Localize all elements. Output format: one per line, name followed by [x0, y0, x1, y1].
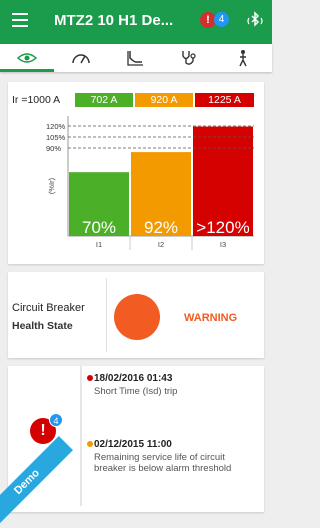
notification-count-badge[interactable]: 4 [214, 12, 229, 27]
y-tick-label: 120% [46, 122, 66, 131]
current-i1-box: 702 A [75, 93, 133, 107]
bar-value-label: 92% [144, 218, 178, 237]
health-card[interactable]: Circuit Breaker Health State WARNING [8, 272, 264, 358]
y-axis-label: (%Ir) [47, 177, 56, 194]
event-2-description-line-1: Remaining service life of circuit [94, 452, 225, 463]
bar-value-label: >120% [196, 218, 249, 237]
current-i3-box: 1225 A [195, 93, 254, 107]
x-tick-label: I1 [96, 240, 102, 249]
health-subtitle: Health State [12, 320, 73, 332]
device-title: MTZ2 10 H1 De... [54, 12, 174, 29]
current-i2-box: 920 A [135, 93, 193, 107]
y-tick-label: 105% [46, 133, 66, 142]
divider [106, 278, 107, 352]
y-tick-label: 90% [46, 144, 61, 153]
health-status-text: WARNING [184, 312, 238, 324]
event-1-description: Short Time (Isd) trip [94, 386, 178, 397]
x-tick-label: I3 [220, 240, 226, 249]
bar-value-label: 70% [82, 218, 116, 237]
bluetooth-icon[interactable] [244, 10, 266, 32]
event-count-badge: 4 [49, 413, 63, 427]
load-chart-svg: (%Ir) 70% I1 92% I2 >120% I3 120% 105% 90% [46, 116, 254, 250]
event-1-date: 18/02/2016 01:43 [94, 373, 173, 384]
x-tick-label: I2 [158, 240, 164, 249]
health-title: Circuit Breaker [12, 302, 85, 314]
event-dot [87, 375, 93, 381]
tab-diagnostics[interactable] [162, 44, 216, 72]
eye-icon [17, 53, 37, 63]
app-bar: MTZ2 10 H1 De... ! 4 [0, 0, 272, 44]
load-chart: (%Ir) 70% I1 92% I2 >120% I3 120% 105% 90% [8, 116, 264, 256]
tab-maintenance[interactable] [216, 44, 270, 72]
tab-overview[interactable] [0, 44, 54, 72]
tab-bar [0, 44, 272, 72]
load-card[interactable]: Ir =1000 A 702 A 920 A 1225 A (%Ir) 70% I1… [8, 82, 264, 264]
maintenance-icon [239, 50, 247, 67]
timeline-line [80, 366, 82, 506]
event-2-date: 02/12/2015 11:00 [94, 439, 172, 450]
tab-metering[interactable] [54, 44, 108, 72]
events-card[interactable]: ! 4 18/02/2016 01:43 Short Time (Isd) tr… [8, 366, 264, 512]
trip-curve-icon [127, 51, 143, 66]
tab-protection[interactable] [108, 44, 162, 72]
event-2-description-line-2: breaker is below alarm threshold [94, 463, 232, 474]
event-dot [87, 441, 93, 447]
ir-setting-label: Ir =1000 A [12, 94, 61, 106]
gauge-icon [72, 54, 90, 64]
menu-icon[interactable] [12, 13, 28, 27]
health-status-indicator [114, 294, 160, 340]
stethoscope-icon [182, 51, 196, 65]
